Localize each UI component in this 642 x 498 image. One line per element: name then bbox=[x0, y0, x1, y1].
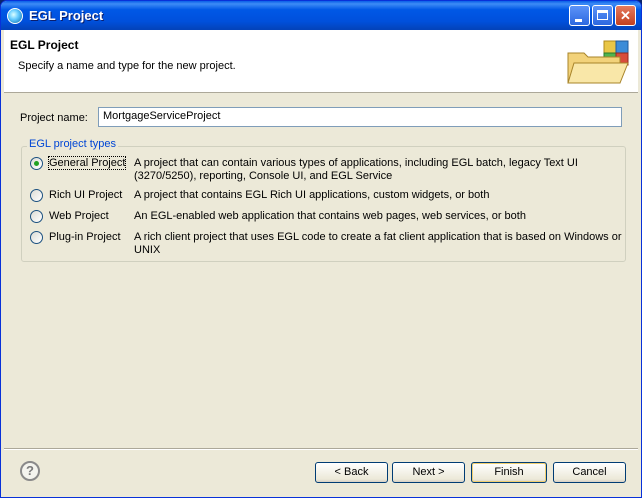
maximize-button[interactable] bbox=[592, 5, 613, 26]
wizard-banner: EGL Project Specify a name and type for … bbox=[4, 30, 638, 93]
web-project-label[interactable]: Web Project bbox=[49, 210, 109, 222]
page-title: EGL Project bbox=[10, 38, 79, 52]
maximize-icon bbox=[597, 10, 608, 20]
window-title: EGL Project bbox=[29, 8, 104, 23]
general-project-description: A project that can contain various types… bbox=[134, 157, 578, 182]
close-button[interactable]: ✕ bbox=[615, 5, 636, 26]
egl-project-dialog: EGL Project ✕ EGL Project Specify a name… bbox=[0, 0, 642, 498]
web-project-radio[interactable] bbox=[30, 210, 43, 223]
plugin-project-description: A rich client project that uses EGL code… bbox=[134, 231, 622, 256]
close-icon: ✕ bbox=[620, 8, 631, 23]
title-bar[interactable]: EGL Project ✕ bbox=[1, 1, 641, 30]
plugin-project-label[interactable]: Plug-in Project bbox=[49, 231, 121, 243]
plugin-project-radio[interactable] bbox=[30, 231, 43, 244]
web-project-description: An EGL-enabled web application that cont… bbox=[134, 210, 526, 222]
general-project-radio[interactable] bbox=[30, 157, 43, 170]
radio-selected-dot bbox=[34, 161, 39, 166]
minimize-button[interactable] bbox=[569, 5, 590, 26]
button-bar-separator bbox=[4, 448, 638, 450]
help-icon[interactable]: ? bbox=[20, 461, 40, 481]
project-types-group-label: EGL project types bbox=[27, 138, 119, 150]
new-project-folder-icon bbox=[567, 40, 629, 84]
project-name-label: Project name: bbox=[20, 112, 88, 124]
general-project-label[interactable]: General Project bbox=[47, 156, 127, 170]
app-icon bbox=[7, 8, 23, 24]
next-button[interactable]: Next > bbox=[392, 462, 465, 483]
rich-ui-project-label[interactable]: Rich UI Project bbox=[49, 189, 122, 201]
rich-ui-project-description: A project that contains EGL Rich UI appl… bbox=[134, 189, 490, 201]
finish-button[interactable]: Finish bbox=[471, 462, 547, 483]
back-button[interactable]: < Back bbox=[315, 462, 388, 483]
cancel-button[interactable]: Cancel bbox=[553, 462, 626, 483]
project-name-input[interactable]: MortgageServiceProject bbox=[98, 107, 622, 127]
rich-ui-project-radio[interactable] bbox=[30, 189, 43, 202]
minimize-icon bbox=[575, 19, 582, 22]
page-description: Specify a name and type for the new proj… bbox=[18, 60, 236, 72]
